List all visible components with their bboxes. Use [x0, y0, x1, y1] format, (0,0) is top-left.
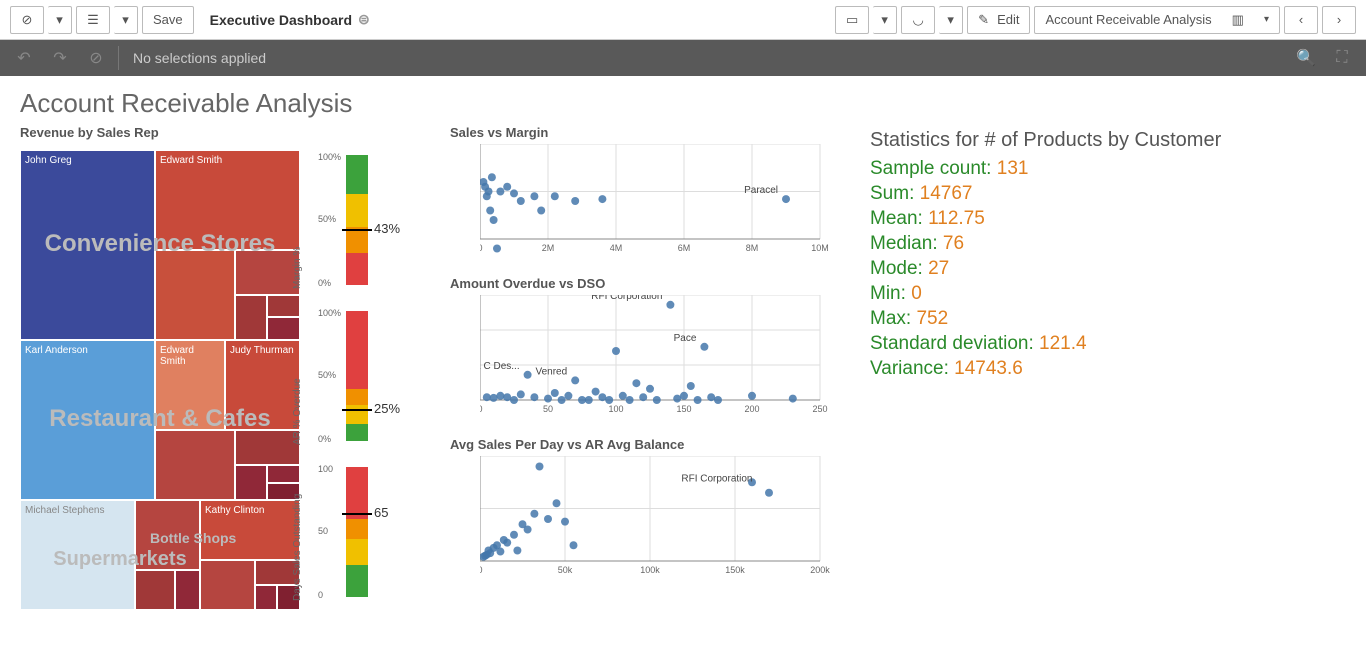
- scatter-1[interactable]: Amount Overdue vs DSO050100150200250025k…: [450, 276, 850, 425]
- stat-row: Sample count: 131: [870, 158, 1270, 180]
- stats-panel: Statistics for # of Products by Customer…: [870, 125, 1270, 618]
- svg-text:150: 150: [676, 404, 691, 414]
- stats-title: Statistics for # of Products by Customer: [870, 129, 1270, 152]
- breadcrumb-text: Executive Dashboard: [210, 12, 352, 28]
- svg-text:Paracel: Paracel: [744, 185, 778, 196]
- tm-cell[interactable]: [267, 295, 300, 317]
- tm-karl[interactable]: Karl Anderson: [20, 340, 155, 500]
- stat-row: Min: 0: [870, 283, 1270, 305]
- assets-button[interactable]: ⊘: [10, 6, 44, 34]
- sheet-name: Account Receivable Analysis: [1035, 12, 1221, 27]
- stat-row: Standard deviation: 121.4: [870, 333, 1270, 355]
- next-sheet-button[interactable]: ›: [1322, 6, 1356, 34]
- stat-row: Mode: 27: [870, 258, 1270, 280]
- svg-text:100: 100: [608, 404, 623, 414]
- breadcrumb: Executive Dashboard ⊜: [210, 11, 370, 28]
- clear-selections-icon[interactable]: ⊘: [82, 44, 110, 72]
- stat-row: Median: 76: [870, 233, 1270, 255]
- search-icon[interactable]: 🔍: [1292, 44, 1320, 72]
- scatter-column: Sales vs Margin02M4M6M8M10M0%50%100%Para…: [450, 125, 850, 618]
- svg-text:RFI Corporation: RFI Corporation: [591, 295, 662, 302]
- tm-cell[interactable]: [267, 317, 300, 340]
- bookmark-button[interactable]: ◡: [901, 6, 935, 34]
- tm-cell[interactable]: [200, 560, 255, 610]
- stat-row: Mean: 112.75: [870, 208, 1270, 230]
- svg-text:150k: 150k: [725, 565, 745, 575]
- svg-text:4M: 4M: [610, 243, 623, 253]
- chart-icon: ▥: [1222, 12, 1254, 28]
- undo-icon[interactable]: ↶: [10, 44, 38, 72]
- gauge-0[interactable]: Margin % 100% 50% 0% 43%: [306, 150, 406, 300]
- tm-cell[interactable]: [155, 250, 235, 340]
- svg-text:200k: 200k: [810, 565, 830, 575]
- tm-cell[interactable]: [267, 465, 300, 483]
- svg-text:Pace: Pace: [674, 333, 697, 344]
- tm-cell[interactable]: [175, 570, 200, 610]
- tm-cell[interactable]: [235, 250, 300, 295]
- svg-text:0: 0: [480, 565, 483, 575]
- play-button[interactable]: ▭: [835, 6, 869, 34]
- tm-ed1[interactable]: Edward Smith: [155, 150, 300, 250]
- svg-text:250: 250: [812, 404, 827, 414]
- tm-john[interactable]: John Greg: [20, 150, 155, 340]
- selections-text: No selections applied: [133, 50, 266, 66]
- assets-dropdown[interactable]: ▾: [48, 6, 72, 34]
- tm-cell[interactable]: [235, 465, 267, 500]
- options-dropdown[interactable]: ▾: [114, 6, 138, 34]
- edit-button[interactable]: ✎ Edit: [967, 6, 1030, 34]
- tm-cell[interactable]: [155, 430, 235, 500]
- globe-icon: ⊜: [358, 11, 370, 28]
- svg-text:0: 0: [480, 243, 483, 253]
- svg-text:100k: 100k: [640, 565, 660, 575]
- svg-text:Venred: Venred: [535, 366, 567, 377]
- save-button[interactable]: Save: [142, 6, 194, 34]
- selection-tool-icon[interactable]: ⛶: [1328, 44, 1356, 72]
- page-title: Account Receivable Analysis: [20, 88, 1346, 119]
- svg-text:0: 0: [480, 404, 483, 414]
- svg-text:C & C Des...: C & C Des...: [480, 361, 520, 372]
- svg-text:RFI Corporation: RFI Corporation: [681, 474, 752, 485]
- treemap-chart[interactable]: John Greg Edward Smith Convenience Store…: [20, 150, 300, 610]
- sheet-navigator[interactable]: Account Receivable Analysis ▥ ▾: [1034, 6, 1280, 34]
- prev-sheet-button[interactable]: ‹: [1284, 6, 1318, 34]
- svg-text:50: 50: [543, 404, 553, 414]
- svg-text:8M: 8M: [746, 243, 759, 253]
- options-button[interactable]: ☰: [76, 6, 110, 34]
- gauges: Margin % 100% 50% 0% 43%AR % Overdue 100…: [306, 150, 406, 618]
- tm-cell[interactable]: [255, 585, 277, 610]
- tm-mike[interactable]: Michael Stephens: [20, 500, 135, 610]
- gauge-2[interactable]: Days Sales Outstanding 100 50 0 65: [306, 462, 406, 612]
- tm-cell[interactable]: [135, 500, 200, 570]
- selection-bar: ↶ ↷ ⊘ No selections applied 🔍 ⛶: [0, 40, 1366, 76]
- svg-text:50k: 50k: [558, 565, 573, 575]
- svg-text:6M: 6M: [678, 243, 691, 253]
- svg-text:2M: 2M: [542, 243, 555, 253]
- stat-row: Variance: 14743.6: [870, 358, 1270, 380]
- bookmark-dropdown[interactable]: ▾: [939, 6, 963, 34]
- play-dropdown[interactable]: ▾: [873, 6, 897, 34]
- stat-row: Max: 752: [870, 308, 1270, 330]
- scatter-0[interactable]: Sales vs Margin02M4M6M8M10M0%50%100%Para…: [450, 125, 850, 264]
- tm-ed2[interactable]: Edward Smith: [155, 340, 225, 430]
- stat-row: Sum: 14767: [870, 183, 1270, 205]
- scatter-2[interactable]: Avg Sales Per Day vs AR Avg Balance050k1…: [450, 437, 850, 586]
- top-toolbar: ⊘ ▾ ☰ ▾ Save Executive Dashboard ⊜ ▭ ▾ ◡…: [0, 0, 1366, 40]
- tm-cell[interactable]: [235, 295, 267, 340]
- page-body: Account Receivable Analysis Revenue by S…: [0, 76, 1366, 630]
- tm-judy[interactable]: Judy Thurman: [225, 340, 300, 430]
- treemap-title: Revenue by Sales Rep: [20, 125, 430, 140]
- tm-kathy[interactable]: Kathy Clinton: [200, 500, 300, 560]
- redo-icon[interactable]: ↷: [46, 44, 74, 72]
- svg-text:10M: 10M: [811, 243, 829, 253]
- svg-text:200: 200: [744, 404, 759, 414]
- tm-cell[interactable]: [135, 570, 175, 610]
- gauge-1[interactable]: AR % Overdue 100% 50% 0% 25%: [306, 306, 406, 456]
- tm-cell[interactable]: [235, 430, 300, 465]
